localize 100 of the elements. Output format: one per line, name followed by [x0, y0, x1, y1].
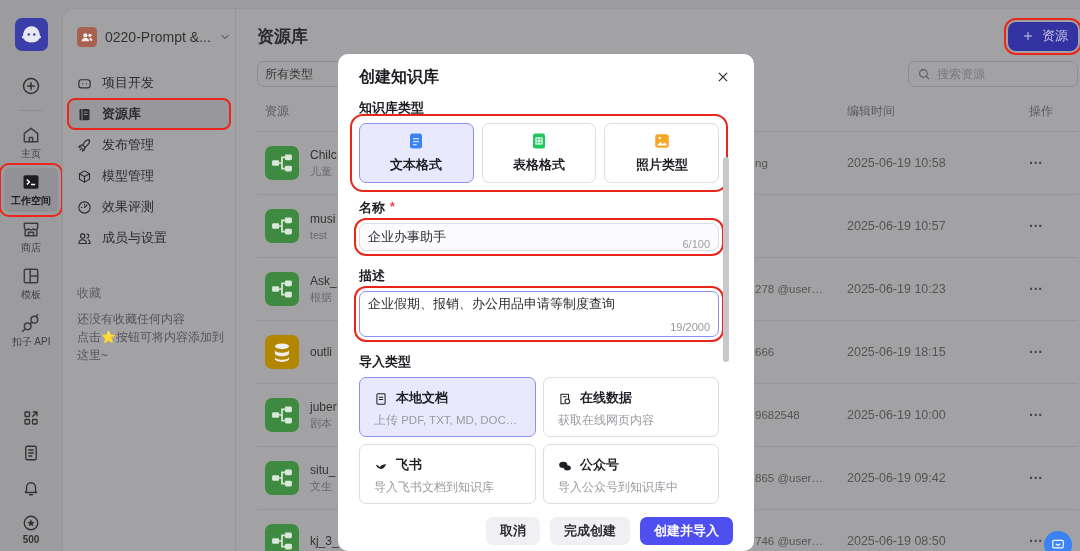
field-label: 名称 — [359, 200, 385, 217]
dialog-title: 创建知识库 — [359, 66, 439, 87]
import-option[interactable]: 在线数据 获取在线网页内容 — [542, 377, 719, 437]
option-description: 导入飞书文档到知识库 — [374, 480, 495, 495]
owner-cell-text: 666 — [754, 346, 776, 358]
field-label: 知识库类型 — [359, 100, 425, 117]
nav-item[interactable]: 资源库 — [69, 100, 229, 128]
workflow-icon — [265, 461, 299, 495]
create-import-button[interactable]: 创建并导入 — [640, 517, 733, 545]
more-actions-button[interactable]: ··· — [1029, 155, 1069, 171]
more-actions-button[interactable]: ··· — [1029, 344, 1069, 360]
workspace-name[interactable]: 0220-Prompt &... — [105, 29, 211, 45]
close-icon[interactable] — [716, 70, 730, 84]
nav-item[interactable]: 成员与设置 — [69, 224, 229, 252]
resource-name[interactable]: Chilc — [310, 147, 337, 162]
cube-icon — [77, 168, 92, 184]
import-option[interactable]: 本地文档 上传 PDF, TXT, MD, DOC… — [359, 377, 536, 437]
layout-icon — [21, 266, 41, 286]
more-actions-button[interactable]: ··· — [1029, 281, 1069, 297]
file-icon — [374, 391, 388, 406]
database-icon — [265, 335, 299, 369]
type-option[interactable]: 照片类型 — [604, 123, 719, 183]
resource-name[interactable]: situ_ — [310, 462, 336, 477]
chat-icon — [1051, 538, 1065, 551]
time-cell-text: 2025-06-19 10:57 — [847, 219, 947, 233]
dialog-button[interactable]: 完成创建 — [550, 517, 630, 545]
option-title: 本地文档 — [396, 390, 448, 407]
time-cell-text: 2025-06-19 09:42 — [847, 471, 947, 485]
add-icon — [21, 76, 41, 96]
import-option[interactable]: 飞书 导入飞书文档到知识库 — [359, 444, 536, 504]
option-title: 在线数据 — [579, 390, 632, 407]
option-title: 飞书 — [396, 457, 422, 474]
resource-name[interactable]: outli — [310, 345, 332, 359]
time-cell-text: 2025-06-19 10:58 — [847, 156, 947, 170]
home-icon — [21, 125, 41, 145]
resource-name[interactable]: musi — [310, 211, 336, 226]
more-actions-button[interactable]: ··· — [1029, 407, 1069, 423]
bell-icon — [22, 479, 40, 497]
points-count: 500 — [22, 534, 40, 545]
field-label: 导入类型 — [359, 354, 412, 371]
search-icon — [917, 67, 931, 81]
nav-item[interactable]: 模型管理 — [69, 162, 229, 190]
book-icon — [77, 106, 92, 122]
time-cell-text: 2025-06-19 18:15 — [847, 345, 947, 359]
logo-icon — [14, 18, 48, 51]
rail-nav-item[interactable]: 模板 — [4, 262, 58, 306]
web-file-icon — [557, 391, 572, 406]
workflow-icon — [265, 272, 299, 306]
document-icon — [22, 444, 40, 462]
field-label: 描述 — [359, 268, 386, 285]
workflow-icon — [265, 524, 299, 551]
time-cell-text: 2025-06-19 08:50 — [847, 534, 947, 548]
owner-cell-text: 278 @user… — [754, 283, 824, 295]
owner-cell-text: ng — [754, 157, 769, 169]
owner-cell-text: 9682548 — [754, 409, 801, 421]
time-cell-text: 2025-06-19 10:00 — [847, 408, 947, 422]
type-option[interactable]: 文本格式 — [359, 123, 474, 183]
workflow-icon — [265, 398, 299, 432]
star-badge-icon — [22, 514, 40, 532]
team-icon — [77, 27, 97, 47]
plus-icon — [1022, 30, 1034, 42]
workflow-icon — [265, 209, 299, 243]
terminal-icon — [21, 172, 41, 192]
time-cell-text: 2025-06-19 10:23 — [847, 282, 947, 296]
workflow-icon — [265, 146, 299, 180]
table-icon — [530, 132, 548, 150]
page-title: 资源库 — [257, 25, 308, 48]
nav-item[interactable]: 发布管理 — [69, 131, 229, 159]
option-description: 导入公众号到知识库中 — [557, 480, 679, 495]
option-description: 获取在线网页内容 — [557, 413, 655, 428]
rocket-icon — [77, 137, 92, 153]
more-actions-button[interactable]: ··· — [1029, 218, 1069, 234]
store-icon — [21, 219, 41, 239]
import-option[interactable]: 公众号 导入公众号到知识库中 — [542, 444, 719, 504]
column-header: 资源 — [265, 102, 289, 120]
dialog-button[interactable]: 取消 — [486, 517, 540, 545]
empty-hint-text: 点击⭐按钮可将内容添加到这里~ — [77, 329, 225, 364]
users-icon — [77, 230, 92, 246]
scrollbar-thumb[interactable] — [723, 157, 729, 362]
resource-name[interactable]: juber — [310, 399, 337, 414]
owner-cell-text: 746 @user… — [754, 535, 824, 547]
option-description: 上传 PDF, TXT, MD, DOC… — [374, 413, 519, 428]
apps-icon — [22, 409, 40, 427]
image-icon — [652, 132, 671, 150]
plug-icon — [21, 313, 41, 333]
type-option[interactable]: 表格格式 — [481, 123, 597, 183]
section-title: 收藏 — [77, 285, 102, 302]
column-header: 编辑时间 — [847, 102, 895, 120]
required-mark: * — [390, 200, 395, 216]
more-actions-button[interactable]: ··· — [1029, 470, 1069, 486]
nav-item[interactable]: 项目开发 — [69, 69, 229, 97]
empty-hint-text: 还没有收藏任何内容 — [77, 311, 186, 328]
rail-nav-item[interactable]: 商店 — [4, 215, 58, 259]
rail-nav-item[interactable]: 扣子 API — [4, 309, 58, 353]
rail-nav-item[interactable]: 主页 — [4, 121, 58, 165]
option-title: 公众号 — [579, 457, 619, 474]
resource-name[interactable]: kj_3_ — [310, 534, 339, 548]
resource-name[interactable]: Ask_ — [310, 273, 337, 288]
gauge-icon — [77, 199, 92, 215]
nav-item[interactable]: 效果评测 — [69, 193, 229, 221]
